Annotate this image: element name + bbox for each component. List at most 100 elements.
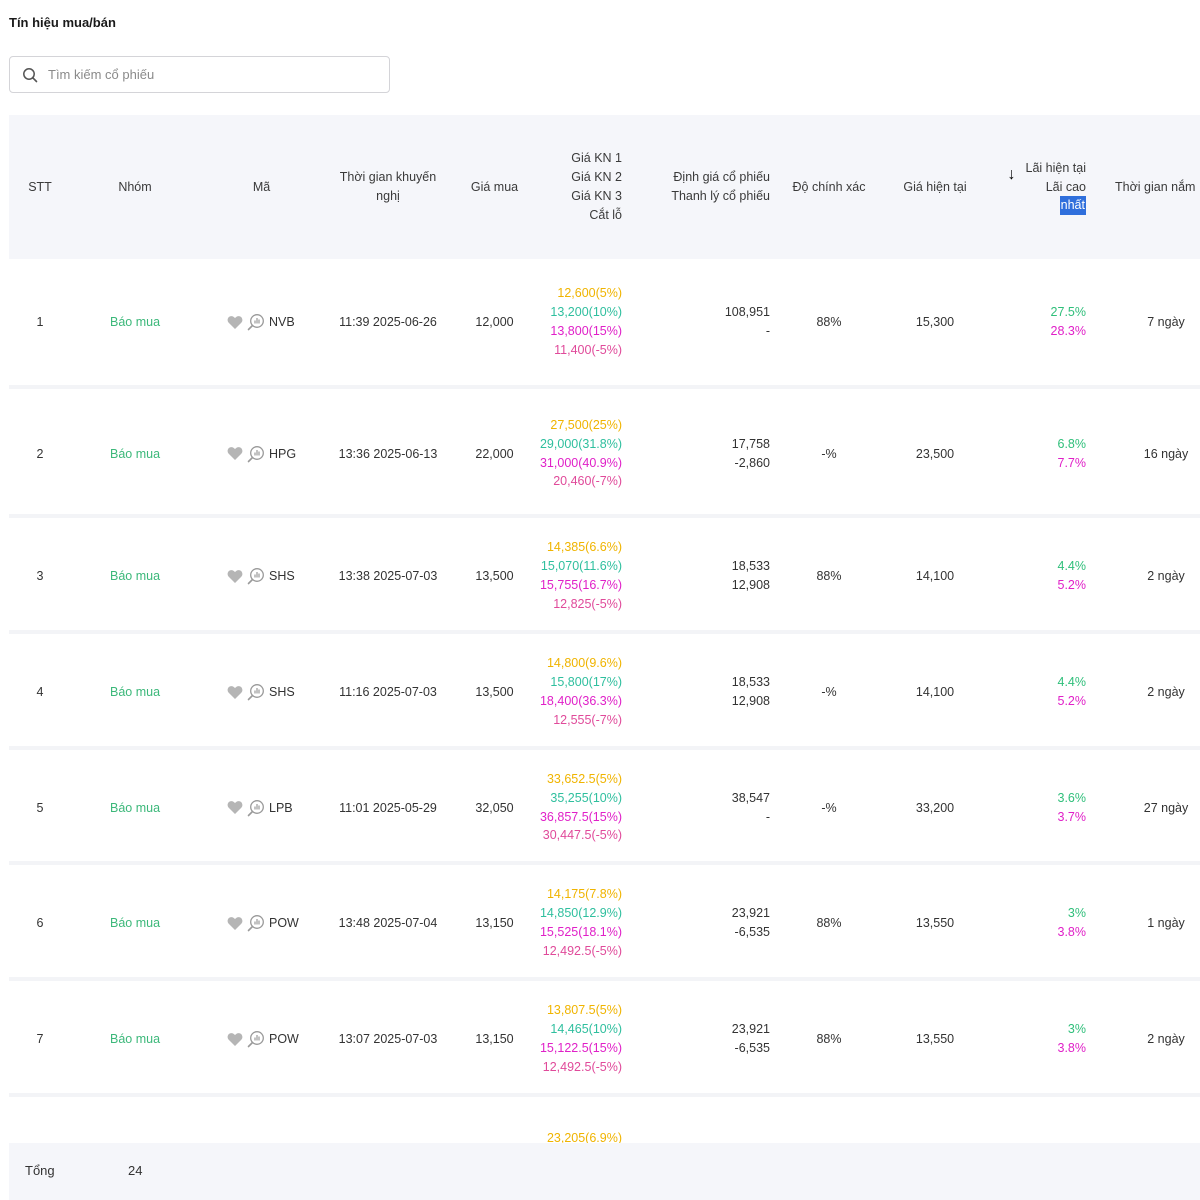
row-pnow-value: 4.4% (1057, 559, 1087, 574)
row-code-value[interactable]: SHS (269, 685, 295, 699)
row-sl-value: 12,555(-7%) (553, 712, 622, 727)
row-liq-value: - (765, 809, 770, 824)
row-code-value[interactable]: SHS (269, 569, 295, 583)
chart-analysis-icon[interactable] (247, 1030, 265, 1048)
row-group: Báo mua (71, 869, 199, 977)
row-time: 13:36 2025-06-13 (324, 393, 452, 514)
sort-desc-icon[interactable]: ↓ (1008, 166, 1016, 184)
row-stt: 4 (9, 638, 71, 746)
row-cur-value: 14,100 (915, 569, 955, 583)
row-stt: 2 (9, 393, 71, 514)
row-hold-time: 7 ngày (1121, 259, 1200, 385)
row-group: Báo mua (71, 259, 199, 385)
table-footer: Tổng 24 (9, 1143, 1200, 1200)
row-group: Báo mua (71, 393, 199, 514)
row-code: SHS (227, 522, 324, 630)
row-buy-value: 13,150 (475, 1032, 514, 1046)
row-hold-value: 27 ngày (1143, 800, 1189, 815)
col-hold-time[interactable]: Thời gian nắm (1115, 115, 1200, 259)
row-pmax-value: 3.7% (1057, 809, 1087, 824)
table-row[interactable]: 5 Báo mua LPB 11:01 2025-05-29 32,050 33… (9, 754, 1200, 865)
row-t1-value: 33,652.5(5%) (546, 771, 622, 786)
row-valuation: 18,533 12,908 (622, 522, 770, 630)
row-liq-value: - (765, 324, 770, 338)
row-val-value: 18,533 (731, 559, 770, 574)
signals-table: STT Nhóm Mã Thời gian khuyến nghị Giá mu… (9, 115, 1200, 1145)
row-profit: 3% 3.8% (992, 869, 1087, 977)
row-targets: 33,652.5(5%) 35,255(10%) 36,857.5(15%) 3… (537, 754, 622, 861)
row-cur-value: 14,100 (915, 685, 955, 699)
row-buy-value: 13,150 (475, 916, 514, 930)
col-code[interactable]: Mã (199, 115, 324, 259)
row-acc-value: 88% (816, 569, 842, 583)
search-input[interactable] (48, 67, 368, 82)
row-pnow-value: 4.4% (1057, 675, 1087, 690)
row-hold-time: 16 ngày (1121, 393, 1200, 514)
row-code-value[interactable]: HPG (269, 447, 296, 461)
row-acc-value: 88% (816, 315, 842, 329)
row-code-value[interactable]: NVB (269, 315, 295, 329)
chart-analysis-icon[interactable] (247, 799, 265, 817)
heart-icon[interactable] (227, 315, 243, 330)
chart-analysis-icon[interactable] (247, 313, 265, 331)
table-row[interactable]: 3 Báo mua SHS 13:38 2025-07-03 13,500 14… (9, 522, 1200, 634)
table-row[interactable]: 23,205(6.9%) (9, 1101, 1200, 1145)
chart-analysis-icon[interactable] (247, 914, 265, 932)
col-stt[interactable]: STT (9, 115, 71, 259)
row-group: Báo mua (71, 985, 199, 1093)
row-hold-time: 27 ngày (1121, 754, 1200, 861)
row-buy-value: 32,050 (475, 800, 514, 815)
row-accuracy: -% (780, 393, 878, 514)
row-targets: 13,807.5(5%) 14,465(10%) 15,122.5(15%) 1… (537, 985, 622, 1093)
col-buy-price[interactable]: Giá mua (452, 115, 537, 259)
row-accuracy: 88% (780, 259, 878, 385)
row-code-value[interactable]: LPB (269, 801, 293, 815)
row-acc-value: 88% (816, 916, 842, 930)
row-sl-value: 11,400(-5%) (554, 342, 622, 357)
table-row[interactable]: 2 Báo mua HPG 13:36 2025-06-13 22,000 27… (9, 393, 1200, 518)
heart-icon[interactable] (227, 916, 243, 931)
col-accuracy[interactable]: Độ chính xác (780, 115, 878, 259)
row-code: NVB (227, 259, 324, 385)
heart-icon[interactable] (227, 569, 243, 584)
row-stt-value: 6 (36, 916, 44, 930)
col-profit[interactable]: ↓ Lãi hiện tại Lãi cao nhất (992, 115, 1086, 259)
col-targets[interactable]: Giá KN 1 Giá KN 2 Giá KN 3 Cắt lỗ (537, 115, 622, 259)
col-valuation[interactable]: Định giá cổ phiếu Thanh lý cổ phiếu (622, 115, 770, 259)
chart-analysis-icon[interactable] (247, 567, 265, 585)
row-group-value: Báo mua (109, 1032, 161, 1046)
chart-analysis-icon[interactable] (247, 445, 265, 463)
row-buy-price: 12,000 (452, 259, 537, 385)
row-profit: 3% 3.8% (992, 985, 1087, 1093)
col-time[interactable]: Thời gian khuyến nghị (324, 115, 452, 259)
row-buy-value: 13,500 (475, 569, 514, 583)
row-targets: 27,500(25%) 29,000(31.8%) 31,000(40.9%) … (537, 393, 622, 514)
table-row[interactable]: 6 Báo mua POW 13:48 2025-07-04 13,150 14… (9, 869, 1200, 981)
chart-analysis-icon[interactable] (247, 683, 265, 701)
row-current-price: 15,300 (878, 259, 992, 385)
col-current-price[interactable]: Giá hiện tại (878, 115, 992, 259)
row-time: 13:48 2025-07-04 (324, 869, 452, 977)
col-group[interactable]: Nhóm (71, 115, 199, 259)
search-box[interactable] (9, 56, 390, 93)
table-row[interactable]: 7 Báo mua POW 13:07 2025-07-03 13,150 13… (9, 985, 1200, 1097)
row-hold-value: 1 ngày (1147, 916, 1185, 930)
row-code-value[interactable]: POW (269, 1032, 299, 1046)
row-current-price: 14,100 (878, 522, 992, 630)
heart-icon[interactable] (227, 685, 243, 700)
row-code-value[interactable]: POW (269, 916, 299, 930)
heart-icon[interactable] (227, 1032, 243, 1047)
row-val-value: 23,921 (731, 906, 770, 921)
heart-icon[interactable] (227, 446, 243, 461)
row-buy-price: 32,050 (452, 754, 537, 861)
row-targets: 14,385(6.6%) 15,070(11.6%) 15,755(16.7%)… (537, 522, 622, 630)
row-t2-value: 14,465(10%) (550, 1022, 622, 1037)
heart-icon[interactable] (227, 800, 243, 815)
table-row[interactable]: 4 Báo mua SHS 11:16 2025-07-03 13,500 14… (9, 638, 1200, 750)
row-pnow-value: 3% (1067, 1022, 1086, 1037)
table-row[interactable]: 1 Báo mua NVB 11:39 2025-06-26 12,000 12… (9, 259, 1200, 389)
row-buy-value: 12,000 (475, 315, 514, 329)
row-stt: 3 (9, 522, 71, 630)
row-code: HPG (227, 393, 324, 514)
row-time-value: 13:07 2025-07-03 (338, 1032, 438, 1046)
